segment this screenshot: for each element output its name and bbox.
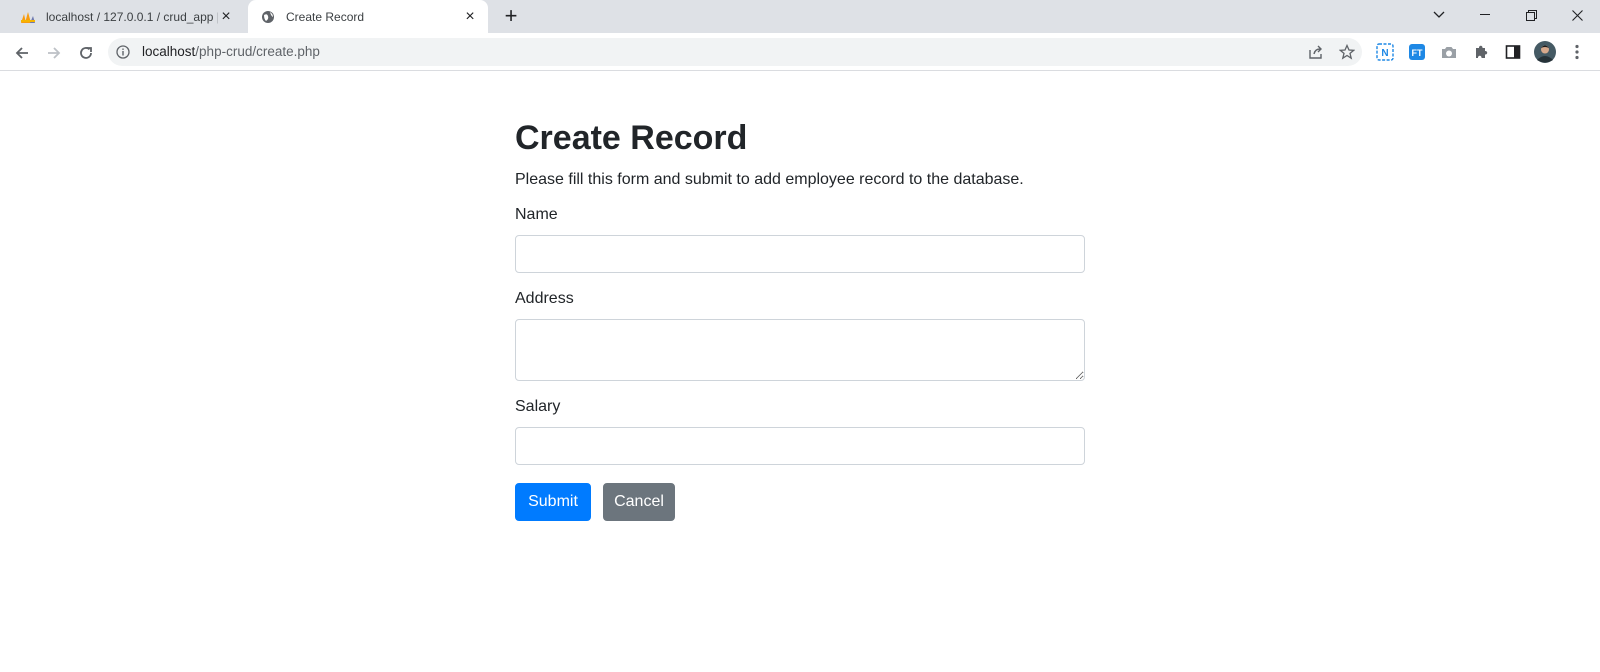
back-arrow-icon[interactable] [8,39,36,67]
tab-title: Create Record [286,9,365,24]
notion-extension-icon[interactable]: N [1374,41,1396,63]
phpmyadmin-icon [20,9,36,25]
close-icon[interactable]: × [218,8,234,25]
address-group: Address [515,287,1085,381]
minimize-icon[interactable] [1462,0,1508,30]
browser-toolbar: localhost/php-crud/create.php N FT [0,33,1600,71]
tab-strip: localhost / 127.0.0.1 / crud_app | × Cre… [0,0,1600,33]
profile-avatar[interactable] [1534,41,1556,63]
ft-extension-icon[interactable]: FT [1406,41,1428,63]
name-input[interactable] [515,235,1085,273]
address-textarea[interactable] [515,319,1085,381]
new-tab-button[interactable]: + [500,5,522,28]
svg-text:N: N [1381,48,1388,59]
create-record-form: Create Record Please fill this form and … [515,118,1085,521]
tab-create-record[interactable]: Create Record × [248,0,488,33]
camera-icon[interactable] [1438,41,1460,63]
tab-title: localhost / 127.0.0.1 / crud_app | [46,9,218,24]
name-label: Name [515,206,558,223]
url-path: /php-crud/create.php [195,44,320,59]
bookmark-star-icon[interactable] [1338,43,1356,61]
page-description: Please fill this form and submit to add … [515,171,1024,188]
salary-label: Salary [515,398,561,415]
site-info-icon[interactable] [116,45,130,59]
forward-arrow-icon[interactable] [40,39,68,67]
url-text: localhost/php-crud/create.php [142,44,320,59]
more-menu-icon[interactable] [1566,41,1588,63]
submit-button[interactable]: Submit [515,483,591,521]
cancel-button[interactable]: Cancel [603,483,675,521]
tab-phpmyadmin[interactable]: localhost / 127.0.0.1 / crud_app | × [8,0,244,33]
tab-search-chevron-icon[interactable] [1416,0,1462,30]
extensions-puzzle-icon[interactable] [1470,41,1492,63]
svg-text:FT: FT [1412,48,1423,58]
page-title: Create Record [515,119,748,157]
name-group: Name [515,203,1085,273]
share-icon[interactable] [1307,43,1325,61]
salary-input[interactable] [515,427,1085,465]
salary-group: Salary [515,395,1085,465]
restore-icon[interactable] [1508,0,1554,30]
form-actions: Submit Cancel [515,483,1085,521]
globe-icon [260,9,276,25]
address-label: Address [515,290,574,307]
close-icon[interactable]: × [462,8,478,25]
address-bar[interactable]: localhost/php-crud/create.php [108,38,1362,66]
url-host: localhost [142,44,196,59]
side-panel-icon[interactable] [1502,41,1524,63]
close-window-icon[interactable] [1554,0,1600,30]
reload-icon[interactable] [72,39,100,67]
